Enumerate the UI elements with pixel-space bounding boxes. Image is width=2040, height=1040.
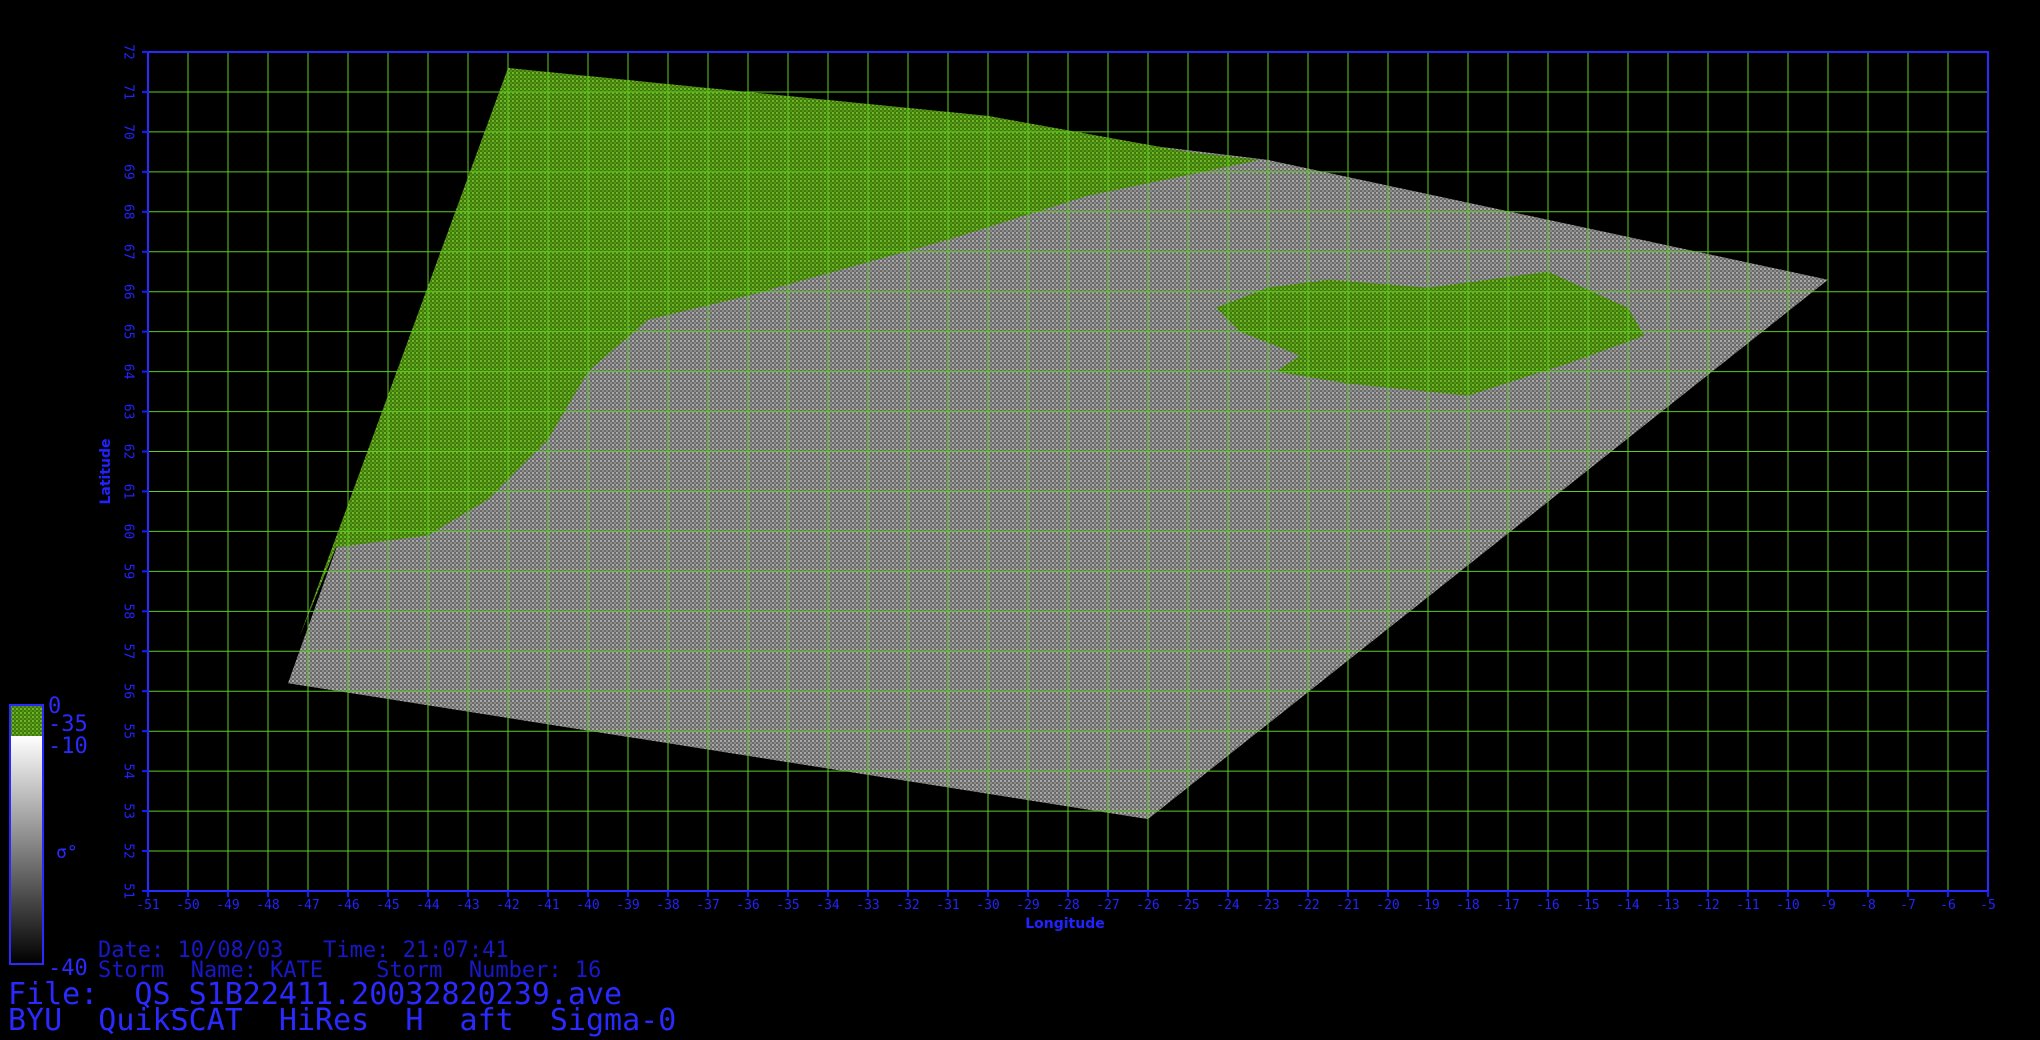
x-tick-label: -35 bbox=[776, 898, 799, 913]
x-tick-label: -9 bbox=[1820, 898, 1836, 913]
y-tick-label: 56 bbox=[121, 683, 136, 699]
y-tick-label: 61 bbox=[121, 484, 136, 500]
x-tick-label: -42 bbox=[496, 898, 519, 913]
x-tick-label: -28 bbox=[1056, 898, 1079, 913]
x-tick-label: -21 bbox=[1336, 898, 1359, 913]
y-tick-label: 66 bbox=[121, 284, 136, 300]
y-tick-label: 59 bbox=[121, 564, 136, 580]
x-tick-label: -38 bbox=[656, 898, 679, 913]
y-tick-label: 71 bbox=[121, 84, 136, 100]
y-tick-label: 51 bbox=[121, 883, 136, 899]
x-tick-label: -14 bbox=[1616, 898, 1640, 913]
latitude-ticks: 51 52 53 54 55 56 57 58 59 60 61 62 63 64 65 66 67 68 69 70… bbox=[121, 44, 148, 899]
x-tick-label: -44 bbox=[416, 898, 440, 913]
x-tick-label: -27 bbox=[1096, 898, 1119, 913]
y-tick-label: 55 bbox=[121, 723, 136, 739]
x-tick-label: -25 bbox=[1176, 898, 1199, 913]
longitude-ticks: -51 -50 -49 -48 -47 -46 -45 -44 -43 -42 -41 -40 -39 -… bbox=[136, 891, 1996, 913]
colorbar-label-minus10: -10 bbox=[48, 734, 88, 759]
x-tick-label: -46 bbox=[336, 898, 359, 913]
y-tick-label: 64 bbox=[121, 364, 136, 380]
swath-layer bbox=[288, 68, 1828, 820]
x-tick-label: -15 bbox=[1576, 898, 1599, 913]
y-axis-title: Latitude bbox=[98, 438, 114, 504]
sigma0-map: -51 -50 -49 -48 -47 -46 -45 -44 -43 -42 -41 -40 -39 -… bbox=[9, 44, 1996, 965]
x-tick-label: -31 bbox=[936, 898, 959, 913]
x-tick-label: -19 bbox=[1416, 898, 1439, 913]
x-tick-label: -5 bbox=[1980, 898, 1996, 913]
x-axis-title: Longitude bbox=[1025, 916, 1105, 932]
x-tick-label: -50 bbox=[176, 898, 199, 913]
y-tick-label: 67 bbox=[121, 244, 136, 260]
x-tick-label: -11 bbox=[1736, 898, 1759, 913]
x-tick-label: -32 bbox=[896, 898, 919, 913]
y-tick-label: 72 bbox=[121, 44, 136, 60]
x-tick-label: -51 bbox=[136, 898, 159, 913]
x-tick-label: -7 bbox=[1900, 898, 1916, 913]
y-tick-label: 58 bbox=[121, 604, 136, 620]
x-tick-label: -34 bbox=[816, 898, 840, 913]
x-tick-label: -49 bbox=[216, 898, 239, 913]
x-tick-label: -39 bbox=[616, 898, 639, 913]
y-tick-label: 63 bbox=[121, 404, 136, 420]
y-tick-label: 65 bbox=[121, 324, 136, 340]
x-tick-label: -10 bbox=[1776, 898, 1799, 913]
x-tick-label: -40 bbox=[576, 898, 599, 913]
y-tick-label: 54 bbox=[121, 763, 136, 779]
x-tick-label: -43 bbox=[456, 898, 479, 913]
x-tick-label: -6 bbox=[1940, 898, 1956, 913]
y-tick-label: 68 bbox=[121, 204, 136, 220]
y-tick-label: 57 bbox=[121, 643, 136, 659]
colorbar-land-segment bbox=[10, 705, 43, 736]
product-line: BYU QuikSCAT HiRes H aft Sigma-0 bbox=[8, 1003, 677, 1038]
x-tick-label: -23 bbox=[1256, 898, 1279, 913]
x-tick-label: -47 bbox=[296, 898, 319, 913]
colorbar bbox=[9, 704, 44, 965]
colorbar-sigma-symbol: σ° bbox=[56, 842, 78, 863]
x-tick-label: -30 bbox=[976, 898, 999, 913]
x-tick-label: -33 bbox=[856, 898, 879, 913]
x-tick-label: -20 bbox=[1376, 898, 1399, 913]
x-tick-label: -12 bbox=[1696, 898, 1719, 913]
y-tick-label: 53 bbox=[121, 803, 136, 819]
x-tick-label: -24 bbox=[1216, 898, 1240, 913]
x-tick-label: -45 bbox=[376, 898, 399, 913]
x-tick-label: -22 bbox=[1296, 898, 1319, 913]
x-tick-label: -37 bbox=[696, 898, 719, 913]
x-tick-label: -36 bbox=[736, 898, 759, 913]
y-tick-label: 70 bbox=[121, 124, 136, 140]
x-tick-label: -41 bbox=[536, 898, 559, 913]
colorbar-gradient bbox=[10, 736, 43, 964]
y-tick-label: 69 bbox=[121, 164, 136, 180]
x-tick-label: -26 bbox=[1136, 898, 1159, 913]
y-tick-label: 52 bbox=[121, 843, 136, 859]
x-tick-label: -48 bbox=[256, 898, 279, 913]
x-tick-label: -17 bbox=[1496, 898, 1519, 913]
y-tick-label: 62 bbox=[121, 444, 136, 460]
y-tick-label: 60 bbox=[121, 524, 136, 540]
x-tick-label: -18 bbox=[1456, 898, 1479, 913]
x-tick-label: -29 bbox=[1016, 898, 1039, 913]
x-tick-label: -13 bbox=[1656, 898, 1679, 913]
x-tick-label: -8 bbox=[1860, 898, 1876, 913]
x-tick-label: -16 bbox=[1536, 898, 1559, 913]
